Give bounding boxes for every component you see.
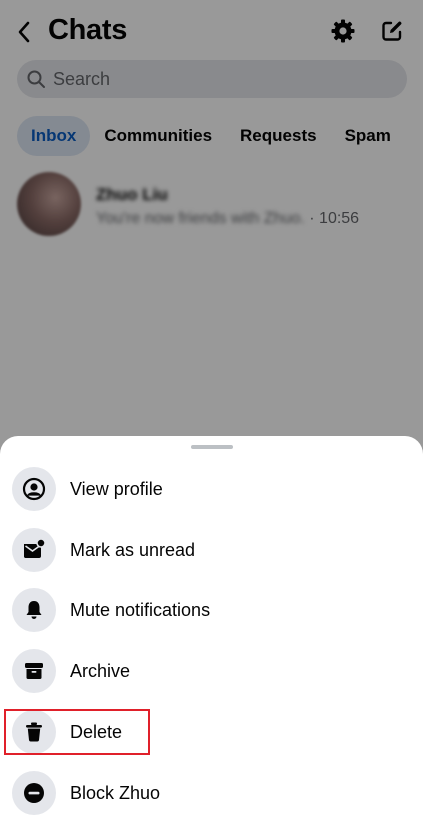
mail-unread-icon: [12, 528, 56, 572]
mute-notifications-button[interactable]: Mute notifications: [0, 582, 423, 638]
menu-item-label: Mark as unread: [70, 539, 196, 560]
menu-item-label: Archive: [70, 660, 131, 681]
bell-icon: [12, 588, 56, 632]
view-profile-button[interactable]: View profile: [0, 461, 423, 517]
archive-button[interactable]: Archive: [0, 643, 423, 699]
menu-item-label: Mute notifications: [70, 599, 211, 620]
block-icon: [12, 771, 56, 815]
sheet-grabber[interactable]: [191, 445, 233, 449]
archive-box-icon: [12, 649, 56, 693]
action-sheet: View profile Mark as unread Mute notific…: [0, 436, 423, 833]
mark-as-unread-button[interactable]: Mark as unread: [0, 522, 423, 578]
menu-item-label: Block Zhuo: [70, 782, 161, 803]
block-user-button[interactable]: Block Zhuo: [0, 765, 423, 821]
person-circle-icon: [12, 467, 56, 511]
highlight-box: [4, 709, 150, 755]
menu-item-label: View profile: [70, 478, 163, 499]
